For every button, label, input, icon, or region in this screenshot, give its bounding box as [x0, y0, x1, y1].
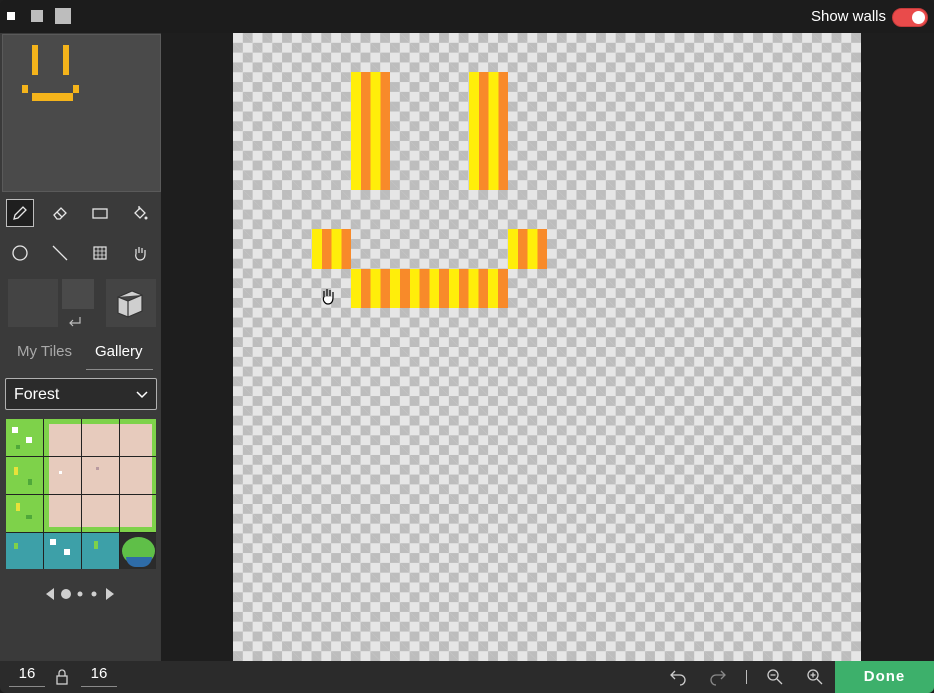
circle-icon	[12, 245, 28, 261]
small-brush-size-button[interactable]	[7, 12, 15, 20]
preview-pixel	[63, 45, 69, 75]
redo-icon[interactable]	[709, 668, 727, 686]
drawing-canvas[interactable]	[233, 33, 861, 661]
page-dot	[77, 591, 83, 597]
hand-tool[interactable]	[126, 239, 154, 267]
gallery-tile[interactable]	[44, 419, 81, 456]
done-button[interactable]: Done	[835, 661, 934, 693]
next-page-icon	[106, 588, 114, 600]
prev-page-icon	[46, 588, 54, 600]
gallery-tile[interactable]	[120, 533, 156, 569]
gallery-tile[interactable]	[6, 457, 43, 494]
rectangle-icon	[92, 208, 108, 219]
primary-color-swatch[interactable]	[8, 279, 58, 327]
painted-cell	[311, 229, 351, 269]
undo-icon[interactable]	[669, 668, 687, 686]
toggle-knob	[912, 11, 925, 24]
medium-brush-size-button[interactable]	[31, 10, 43, 22]
fill-tool[interactable]	[126, 199, 154, 227]
tab-gallery[interactable]: Gallery	[95, 343, 143, 360]
show-walls-toggle[interactable]	[892, 8, 928, 27]
gallery-tile[interactable]	[82, 419, 119, 456]
eraser-icon	[53, 207, 67, 220]
tab-my-tiles[interactable]: My Tiles	[17, 343, 72, 360]
3d-tile-toggle[interactable]	[106, 279, 156, 327]
gallery-tile[interactable]	[120, 419, 156, 456]
preview-pixel	[22, 85, 28, 93]
chevron-down-icon	[136, 391, 148, 399]
zoom-in-icon[interactable]	[806, 668, 824, 686]
tileset-select-value: Forest	[14, 386, 60, 403]
gallery-tile[interactable]	[44, 495, 81, 532]
pencil-tool[interactable]	[6, 199, 34, 227]
active-tab-underline	[86, 369, 153, 370]
painted-cell	[468, 72, 508, 190]
gallery-tile[interactable]	[120, 495, 156, 532]
select-grid-icon	[93, 246, 107, 260]
hand-cursor-icon	[322, 289, 334, 305]
tile-editor-window: Show walls My Tiles Gallery Forest 16 16…	[0, 0, 934, 693]
fill-bucket-icon	[134, 206, 148, 220]
select-tool[interactable]	[86, 239, 114, 267]
rectangle-tool[interactable]	[86, 199, 114, 227]
line-tool[interactable]	[46, 239, 74, 267]
tile-page-pager[interactable]	[44, 587, 124, 601]
tile-source-tabs: My Tiles Gallery	[0, 343, 161, 373]
zoom-out-icon[interactable]	[766, 668, 784, 686]
circle-tool[interactable]	[6, 239, 34, 267]
toolbar-separator	[746, 670, 747, 684]
bottom-bar: 16 16 Done	[0, 661, 934, 693]
gallery-tile[interactable]	[44, 533, 81, 569]
line-icon	[52, 245, 68, 261]
preview-pixel	[73, 85, 79, 93]
large-brush-size-button[interactable]	[55, 8, 71, 24]
gallery-tile[interactable]	[6, 533, 43, 569]
hand-icon	[135, 247, 146, 261]
tile-height-input[interactable]: 16	[81, 665, 117, 687]
pencil-icon	[13, 206, 27, 220]
gallery-tile[interactable]	[82, 457, 119, 494]
page-dot-active	[61, 589, 71, 599]
secondary-color-swatch[interactable]	[62, 279, 94, 309]
preview-pixel	[32, 93, 73, 101]
tile-width-input[interactable]: 16	[9, 665, 45, 687]
gallery-tile[interactable]	[6, 419, 43, 456]
sidebar: My Tiles Gallery Forest	[0, 33, 161, 661]
gallery-tile[interactable]	[82, 533, 119, 569]
painted-cell	[350, 268, 508, 308]
page-dot	[91, 591, 97, 597]
cube-icon	[117, 290, 143, 318]
painted-cell	[350, 72, 390, 190]
preview-pixel	[32, 45, 38, 75]
eraser-tool[interactable]	[46, 199, 74, 227]
swap-colors-icon[interactable]	[68, 316, 82, 328]
tileset-select[interactable]: Forest	[5, 378, 157, 410]
gallery-tile[interactable]	[6, 495, 43, 532]
top-bar: Show walls	[0, 0, 934, 33]
gallery-tile[interactable]	[82, 495, 119, 532]
gallery-tile[interactable]	[44, 457, 81, 494]
painted-cell	[507, 229, 547, 269]
lock-icon[interactable]	[55, 669, 69, 685]
gallery-tile[interactable]	[120, 457, 156, 494]
tile-preview	[2, 34, 161, 192]
show-walls-label: Show walls	[810, 8, 886, 25]
tile-gallery-grid	[6, 419, 156, 569]
